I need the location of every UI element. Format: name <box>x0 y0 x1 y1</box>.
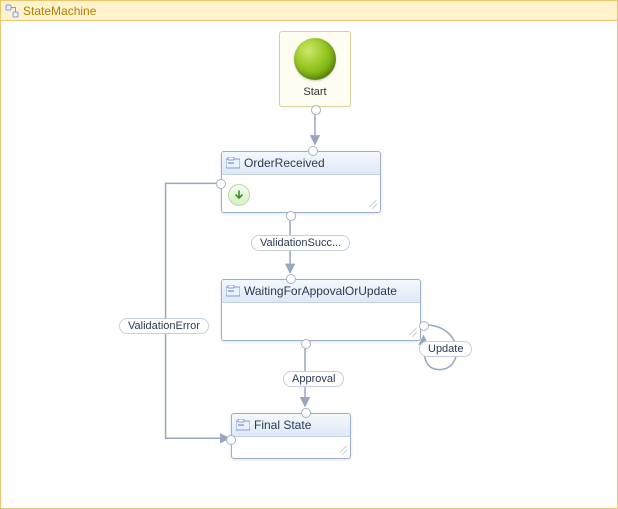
resize-grip-icon[interactable] <box>338 446 348 456</box>
port[interactable] <box>301 408 311 418</box>
port[interactable] <box>301 339 311 349</box>
entry-action-badge[interactable] <box>228 184 250 206</box>
transition-update[interactable]: Update <box>419 341 472 357</box>
transition-approval[interactable]: Approval <box>283 371 344 387</box>
port[interactable] <box>308 146 318 156</box>
state-final[interactable]: Final State <box>231 413 351 459</box>
transition-validationerror[interactable]: ValidationError <box>119 318 209 334</box>
port[interactable] <box>419 321 429 331</box>
port[interactable] <box>286 211 296 221</box>
port[interactable] <box>286 274 296 284</box>
statemachine-icon <box>5 4 19 18</box>
resize-grip-icon[interactable] <box>408 328 418 338</box>
state-icon <box>226 285 240 297</box>
state-body[interactable] <box>232 436 350 458</box>
state-waitingforapproval[interactable]: WaitingForAppovalOrUpdate <box>221 279 421 341</box>
resize-grip-icon[interactable] <box>368 200 378 210</box>
design-canvas[interactable]: Start OrderReceived <box>1 21 617 508</box>
start-circle-icon <box>294 38 336 80</box>
title-label: StateMachine <box>23 4 96 18</box>
transition-validationsuccess[interactable]: ValidationSucc... <box>251 235 350 251</box>
state-header: WaitingForAppovalOrUpdate <box>222 280 420 303</box>
state-header: OrderReceived <box>222 152 380 175</box>
titlebar: StateMachine <box>1 1 617 21</box>
port[interactable] <box>226 435 236 445</box>
edge-order-to-final-error <box>166 183 229 438</box>
state-title: OrderReceived <box>244 156 325 170</box>
state-body[interactable] <box>222 302 420 340</box>
start-node[interactable]: Start <box>279 31 351 107</box>
arrow-down-icon <box>233 189 245 201</box>
state-body[interactable] <box>222 174 380 212</box>
start-label: Start <box>303 86 326 98</box>
state-title: WaitingForAppovalOrUpdate <box>244 284 397 298</box>
state-orderreceived[interactable]: OrderReceived <box>221 151 381 213</box>
port[interactable] <box>216 179 226 189</box>
state-icon <box>236 419 250 431</box>
state-icon <box>226 157 240 169</box>
statemachine-designer-frame[interactable]: StateMachine Start <box>0 0 618 509</box>
port[interactable] <box>311 105 321 115</box>
state-title: Final State <box>254 418 311 432</box>
state-header: Final State <box>232 414 350 437</box>
